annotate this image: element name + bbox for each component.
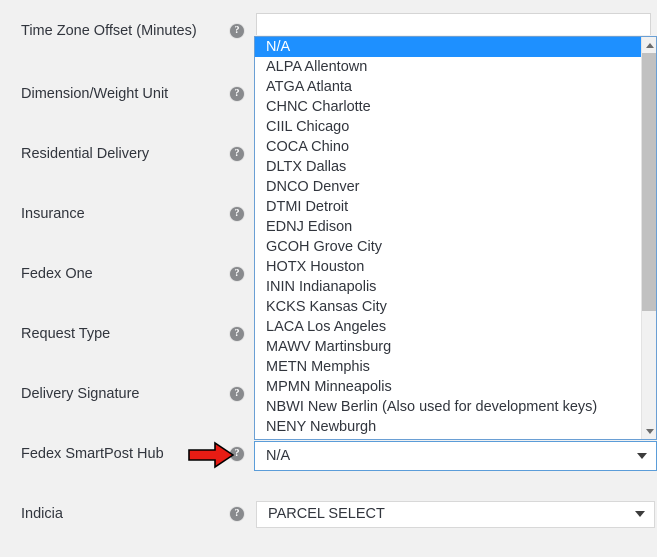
dropdown-option[interactable]: CHNC Charlotte [255, 97, 641, 117]
form-row-time-zone-offset: Time Zone Offset (Minutes) ? [0, 19, 252, 43]
help-icon[interactable]: ? [230, 24, 244, 38]
dropdown-option[interactable]: ININ Indianapolis [255, 277, 641, 297]
dropdown-option[interactable]: DTMI Detroit [255, 197, 641, 217]
dropdown-option[interactable]: N/A [255, 37, 641, 57]
dropdown-option[interactable]: GCOH Grove City [255, 237, 641, 257]
form-row-residential-delivery: Residential Delivery ? [0, 142, 252, 166]
form-row-fedex-smartpost-hub: Fedex SmartPost Hub ? [0, 442, 252, 466]
form-row-fedex-one: Fedex One ? [0, 262, 252, 286]
field-label: Fedex One [21, 266, 93, 282]
field-label: Dimension/Weight Unit [21, 86, 169, 102]
dropdown-option[interactable]: MAWV Martinsburg [255, 337, 641, 357]
triangle-up-glyph [645, 42, 654, 48]
fedex-smartpost-hub-select[interactable]: N/A [254, 441, 657, 471]
form-row-delivery-signature: Delivery Signature ? [0, 382, 252, 406]
select-value: PARCEL SELECT [268, 506, 385, 522]
form-label-column: Time Zone Offset (Minutes) ? Dimension/W… [0, 0, 252, 557]
dropdown-option[interactable]: DNCO Denver [255, 177, 641, 197]
field-label: Fedex SmartPost Hub [21, 446, 164, 462]
help-icon[interactable]: ? [230, 147, 244, 161]
indicia-select[interactable]: PARCEL SELECT [256, 501, 655, 528]
dropdown-option[interactable]: ATGA Atlanta [255, 77, 641, 97]
scrollbar-thumb[interactable] [642, 53, 656, 311]
settings-form-panel: Time Zone Offset (Minutes) ? Dimension/W… [0, 0, 657, 557]
triangle-down-glyph [645, 428, 654, 434]
scroll-up-icon[interactable] [642, 37, 656, 53]
dropdown-option[interactable]: ALPA Allentown [255, 57, 641, 77]
help-icon[interactable]: ? [230, 87, 244, 101]
help-icon[interactable]: ? [230, 447, 244, 461]
help-icon[interactable]: ? [230, 267, 244, 281]
dropdown-option[interactable]: NENY Newburgh [255, 417, 641, 437]
dropdown-option[interactable]: COCA Chino [255, 137, 641, 157]
field-label: Insurance [21, 206, 85, 222]
dropdown-option[interactable]: CIIL Chicago [255, 117, 641, 137]
field-label: Delivery Signature [21, 386, 140, 402]
help-icon[interactable]: ? [230, 507, 244, 521]
field-label: Request Type [21, 326, 111, 342]
dropdown-option[interactable]: DLTX Dallas [255, 157, 641, 177]
dropdown-option-area[interactable]: N/A ALPA Allentown ATGA Atlanta CHNC Charlo… [255, 37, 641, 439]
chevron-down-icon[interactable] [637, 453, 647, 459]
dropdown-option[interactable]: HOTX Houston [255, 257, 641, 277]
chevron-down-icon[interactable] [635, 511, 645, 517]
form-row-request-type: Request Type ? [0, 322, 252, 346]
form-row-dimension-weight-unit: Dimension/Weight Unit ? [0, 82, 252, 106]
dropdown-option[interactable]: EDNJ Edison [255, 217, 641, 237]
dropdown-option[interactable]: KCKS Kansas City [255, 297, 641, 317]
dropdown-scrollbar[interactable] [641, 37, 656, 439]
dropdown-option[interactable]: METN Memphis [255, 357, 641, 377]
dropdown-option[interactable]: LACA Los Angeles [255, 317, 641, 337]
dropdown-option[interactable]: NBWI New Berlin (Also used for developme… [255, 397, 641, 417]
form-row-indicia: Indicia ? [0, 502, 252, 526]
scroll-down-icon[interactable] [642, 423, 656, 439]
field-label: Indicia [21, 506, 63, 522]
select-value: N/A [266, 448, 291, 464]
field-label: Time Zone Offset (Minutes) [21, 23, 197, 39]
smartpost-hub-combo-input[interactable] [256, 13, 651, 35]
smartpost-hub-dropdown-list[interactable]: N/A ALPA Allentown ATGA Atlanta CHNC Charlo… [254, 36, 657, 440]
help-icon[interactable]: ? [230, 387, 244, 401]
form-row-insurance: Insurance ? [0, 202, 252, 226]
dropdown-option[interactable]: MPMN Minneapolis [255, 377, 641, 397]
help-icon[interactable]: ? [230, 327, 244, 341]
field-label: Residential Delivery [21, 146, 150, 162]
help-icon[interactable]: ? [230, 207, 244, 221]
